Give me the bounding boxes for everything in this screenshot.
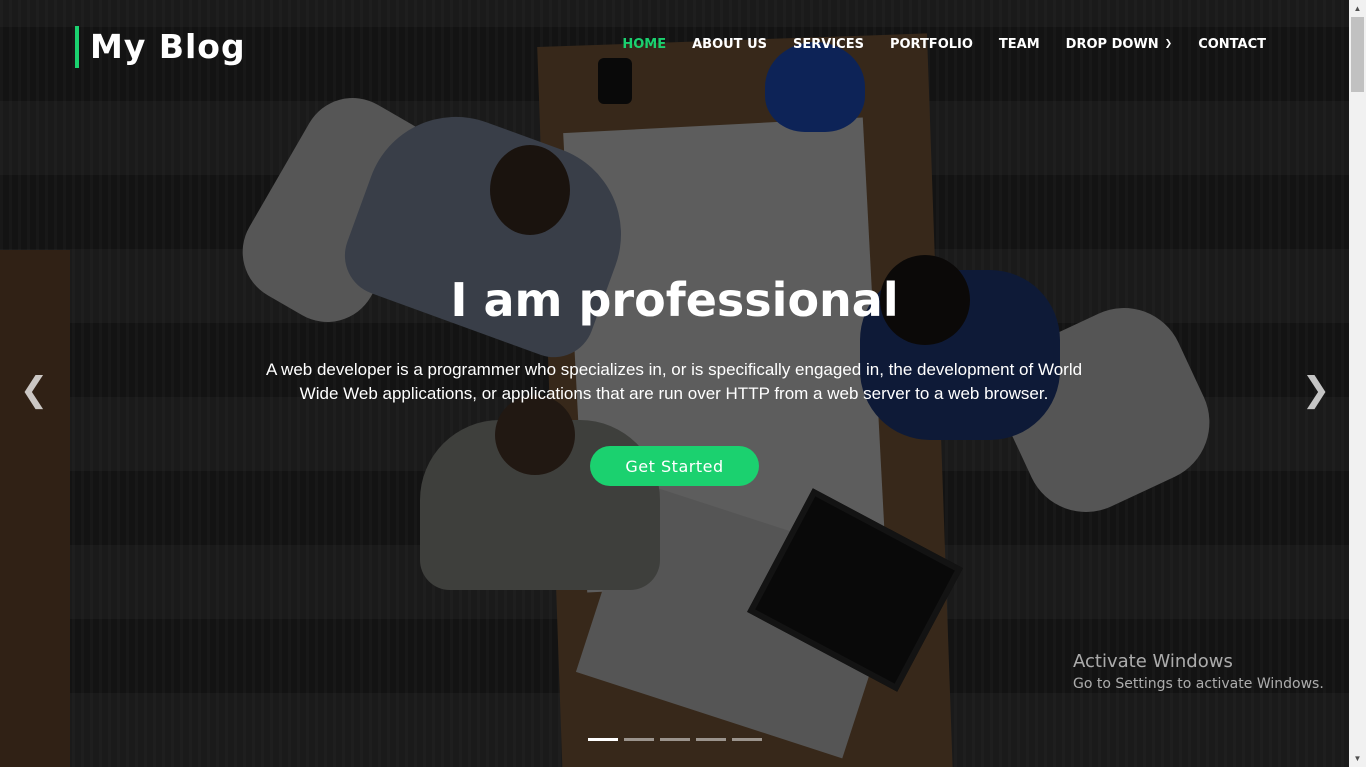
nav-contact[interactable]: CONTACT [1198,35,1266,53]
nav-drop-down[interactable]: DROP DOWN ❯ [1066,35,1173,53]
scroll-down-arrow-icon[interactable]: ▼ [1349,750,1366,767]
carousel-next-button[interactable]: ❯ [1296,368,1336,412]
get-started-button[interactable]: Get Started [590,446,759,486]
watermark-title: Activate Windows [1073,651,1233,672]
scrollbar-thumb[interactable] [1351,17,1364,92]
carousel-indicator[interactable] [732,738,762,741]
chevron-down-icon: ❯ [1164,39,1173,49]
hero-description: A web developer is a programmer who spec… [265,360,1083,403]
hero-title: I am professional [450,273,899,327]
chevron-left-icon: ❮ [19,370,49,410]
scroll-up-arrow-icon[interactable]: ▲ [1349,0,1366,17]
nav-home[interactable]: HOME [622,35,666,53]
carousel-indicator[interactable] [624,738,654,741]
nav-portfolio-label: PORTFOLIO [889,36,973,52]
nav-team-label: TEAM [998,36,1040,52]
carousel-indicator[interactable] [660,738,690,741]
chevron-right-icon: ❯ [1301,370,1331,410]
nav-home-label: HOME [622,36,667,52]
carousel-indicator[interactable] [588,738,618,741]
site-logo[interactable]: My Blog [75,26,246,68]
carousel-indicator[interactable] [696,738,726,741]
nav-contact-label: CONTACT [1198,36,1266,52]
watermark-subtitle: Go to Settings to activate Windows. [1073,676,1324,692]
nav-services[interactable]: SERVICES [793,35,864,53]
nav-team[interactable]: TEAM [999,35,1040,53]
nav-about-us-label: ABOUT US [692,36,767,52]
activate-windows-watermark: Activate Windows Go to Settings to activ… [1073,651,1324,695]
main-nav: HOME ABOUT US SERVICES PORTFOLIO TEAM DR… [596,35,1266,53]
carousel-indicators [588,738,768,741]
nav-portfolio[interactable]: PORTFOLIO [890,35,973,53]
carousel-prev-button[interactable]: ❮ [14,368,54,412]
nav-about-us[interactable]: ABOUT US [692,35,767,53]
vertical-scrollbar[interactable]: ▲ ▼ [1349,0,1366,767]
nav-services-label: SERVICES [793,36,864,52]
nav-drop-down-label: DROP DOWN [1065,36,1159,52]
